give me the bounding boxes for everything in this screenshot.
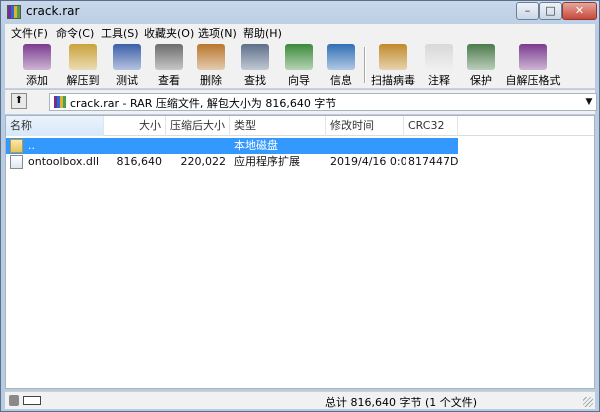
maximize-button[interactable]: □ [539,2,562,20]
sfx-button[interactable]: 自解压格式 [501,43,565,87]
cell-packed: 220,022 [180,155,227,168]
menu-command[interactable]: 命令(C) [56,25,94,41]
virus-scan-button[interactable]: 扫描病毒 [367,43,419,87]
chevron-down-icon[interactable]: ▼ [583,95,595,109]
protect-label: 保护 [470,74,492,87]
virus-scan-icon [379,44,407,70]
path-text: crack.rar - RAR 压缩文件, 解包大小为 816,640 字节 [70,97,337,110]
protect-icon [467,44,495,70]
test-button[interactable]: 测试 [105,43,149,87]
file-list-header: 名称 大小 压缩后大小 类型 修改时间 CRC32 [6,116,594,136]
add-archive-icon [23,44,51,70]
cell-size: 816,640 [116,155,163,168]
rar-archive-icon [54,96,66,108]
sfx-icon [519,44,547,70]
toolbar: 添加 解压到 测试 查看 删除 查找 向导 信息 扫描病毒 注释 保护 自解压格… [5,41,595,89]
cell-modified: 2019/4/16 0:02 [330,155,406,168]
comment-button[interactable]: 注释 [417,43,461,87]
info-icon [327,44,355,70]
resize-grip[interactable] [583,397,593,407]
cell-type: 本地磁盘 [234,139,278,152]
view-label: 查看 [158,74,180,87]
wizard-button[interactable]: 向导 [277,43,321,87]
test-icon [113,44,141,70]
cell-modified [330,138,404,154]
app-window: crack.rar – □ ✕ 文件(F) 命令(C) 工具(S) 收藏夹(O)… [0,0,600,412]
file-list[interactable]: 名称 大小 压缩后大小 类型 修改时间 CRC32 .. 本地磁盘 ontool… [5,115,595,389]
winrar-app-icon [7,5,21,19]
menu-bar: 文件(F) 命令(C) 工具(S) 收藏夹(O) 选项(N) 帮助(H) [5,24,595,41]
cell-name: .. [28,139,35,152]
menu-file[interactable]: 文件(F) [11,25,48,41]
table-row[interactable]: ontoolbox.dll 816,640 220,022 应用程序扩展 201… [6,154,458,170]
comment-icon [425,44,453,70]
lock-icon [9,395,19,406]
window-title: crack.rar [26,4,80,18]
find-label: 查找 [244,74,266,87]
add-label: 添加 [26,74,48,87]
protect-button[interactable]: 保护 [459,43,503,87]
menu-help[interactable]: 帮助(H) [243,25,282,41]
column-crc32[interactable]: CRC32 [404,116,458,136]
delete-button[interactable]: 删除 [189,43,233,87]
view-icon [155,44,183,70]
add-button[interactable]: 添加 [15,43,59,87]
up-folder-button[interactable]: ⬆ [11,93,27,109]
menu-options[interactable]: 选项(N) [198,25,237,41]
path-bar: ⬆ crack.rar - RAR 压缩文件, 解包大小为 816,640 字节… [5,90,597,114]
minimize-button[interactable]: – [516,2,539,20]
cell-crc: 817447D2 [408,155,458,168]
dll-file-icon [10,155,23,169]
menu-tools[interactable]: 工具(S) [101,25,139,41]
folder-up-icon [10,139,23,153]
column-type[interactable]: 类型 [230,116,326,136]
status-text: 总计 816,640 字节 (1 个文件) [325,396,478,409]
column-modified[interactable]: 修改时间 [326,116,404,136]
comment-label: 注释 [428,74,450,87]
title-bar[interactable]: crack.rar – □ ✕ [1,1,599,23]
status-bar: 总计 816,640 字节 (1 个文件) [5,391,595,409]
column-packed-size[interactable]: 压缩后大小 [166,116,230,136]
column-size[interactable]: 大小 [104,116,166,136]
test-label: 测试 [116,74,138,87]
cell-type: 应用程序扩展 [234,155,300,168]
table-row[interactable]: .. 本地磁盘 [6,138,458,154]
cell-crc [408,138,458,154]
cell-name: ontoolbox.dll [28,155,100,168]
view-button[interactable]: 查看 [147,43,191,87]
wizard-icon [285,44,313,70]
delete-label: 删除 [200,74,222,87]
delete-icon [197,44,225,70]
column-name[interactable]: 名称 [6,116,104,136]
extract-to-label: 解压到 [66,74,100,87]
extract-to-icon [69,44,97,70]
info-button[interactable]: 信息 [319,43,363,87]
key-icon [23,396,41,405]
extract-to-button[interactable]: 解压到 [61,43,105,87]
path-dropdown[interactable]: crack.rar - RAR 压缩文件, 解包大小为 816,640 字节 ▼ [49,93,597,111]
menu-favorites[interactable]: 收藏夹(O) [144,25,194,41]
close-button[interactable]: ✕ [562,2,597,20]
virus-scan-label: 扫描病毒 [371,74,415,87]
wizard-label: 向导 [288,74,310,87]
sfx-label: 自解压格式 [505,74,561,87]
find-icon [241,44,269,70]
toolbar-separator [364,47,366,83]
info-label: 信息 [330,74,352,87]
find-button[interactable]: 查找 [233,43,277,87]
cell-size [104,138,162,154]
cell-packed [166,138,226,154]
